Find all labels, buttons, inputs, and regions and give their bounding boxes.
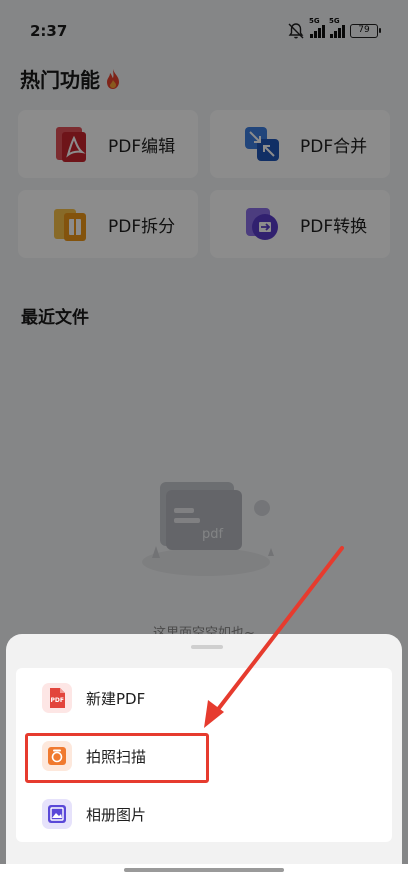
menu-item-new-pdf[interactable]: PDF 新建PDF: [16, 670, 392, 726]
screen: 2:37 5G 5G 79 热门功能 PDF编辑 PDF合并 PDF拆分 PDF…: [0, 0, 408, 887]
menu-item-label: 相册图片: [86, 805, 147, 824]
highlight-annotation-box: [25, 733, 209, 783]
new-pdf-icon-text: PDF: [51, 697, 64, 704]
home-indicator[interactable]: [124, 868, 284, 872]
photo-album-icon: [42, 799, 72, 829]
menu-item-photo-album[interactable]: 相册图片: [16, 786, 392, 842]
new-pdf-icon: PDF: [42, 683, 72, 713]
menu-item-label: 新建PDF: [86, 689, 146, 708]
sheet-drag-handle[interactable]: [191, 645, 223, 649]
